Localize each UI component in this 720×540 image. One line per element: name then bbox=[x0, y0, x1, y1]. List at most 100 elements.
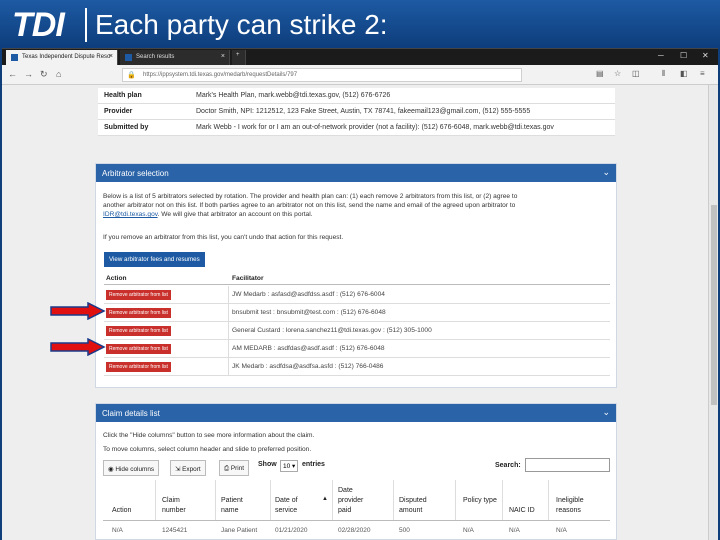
show-label: Show bbox=[258, 461, 277, 468]
address-field[interactable]: 🔒 https://ippsystem.tdi.texas.gov/medarb… bbox=[122, 68, 522, 82]
column-divider bbox=[228, 340, 229, 358]
print-button[interactable]: ⎙ Print bbox=[219, 460, 250, 476]
red-arrow-icon bbox=[50, 338, 106, 356]
facilitator-cell: JW Medarb : asfasd@asdfdss.asdf : (512) … bbox=[232, 291, 385, 298]
header-rule bbox=[103, 520, 610, 521]
panel-title: Arbitrator selection bbox=[102, 169, 169, 178]
tab-label: Search results bbox=[136, 54, 175, 60]
remove-arbitrator-button[interactable]: Remove arbitrator from list bbox=[106, 344, 171, 354]
column-divider bbox=[228, 304, 229, 322]
hide-columns-button[interactable]: ◉ Hide columns bbox=[103, 460, 160, 476]
pocket-icon[interactable]: ◫ bbox=[632, 69, 640, 78]
forward-icon[interactable]: → bbox=[24, 69, 33, 79]
menu-icon[interactable]: ≡ bbox=[700, 69, 705, 78]
col-policy-type[interactable]: Policy type bbox=[463, 496, 497, 506]
table-cell: Jane Patient bbox=[221, 527, 258, 534]
address-text: https://ippsystem.tdi.texas.gov/medarb/r… bbox=[143, 72, 298, 78]
view-fees-button[interactable]: View arbitrator fees and resumes bbox=[104, 252, 205, 267]
col-claim-number[interactable]: Claim number bbox=[162, 496, 202, 516]
arbitrator-table-header: Action Facilitator bbox=[104, 272, 610, 285]
reader-icon[interactable]: ▤ bbox=[596, 69, 604, 78]
library-icon[interactable]: ⫴ bbox=[662, 69, 665, 79]
home-icon[interactable]: ⌂ bbox=[56, 69, 61, 79]
tdi-logo: TDI bbox=[12, 6, 65, 44]
table-cell: N/A bbox=[509, 527, 520, 534]
remove-arbitrator-button[interactable]: Remove arbitrator from list bbox=[106, 326, 171, 336]
column-divider bbox=[393, 480, 394, 520]
col-naic-id[interactable]: NAIC ID bbox=[509, 506, 535, 516]
detail-key: Submitted by bbox=[104, 124, 149, 131]
facilitator-cell: bnsubmit test : bnsubmit@test.com : (512… bbox=[232, 309, 386, 316]
remove-arbitrator-button[interactable]: Remove arbitrator from list bbox=[106, 362, 171, 372]
column-divider bbox=[155, 480, 156, 520]
favicon-icon bbox=[125, 54, 132, 61]
col-disputed-amount[interactable]: Disputed amount bbox=[399, 496, 443, 516]
table-row: Remove arbitrator from list JW Medarb : … bbox=[104, 286, 610, 304]
scroll-thumb[interactable] bbox=[711, 205, 717, 405]
column-divider bbox=[502, 480, 503, 520]
table-cell: N/A bbox=[463, 527, 474, 534]
column-divider bbox=[228, 358, 229, 376]
table-cell: N/A bbox=[556, 527, 567, 534]
idr-email-link[interactable]: IDR@tdi.texas.gov bbox=[103, 211, 158, 218]
chevron-down-icon[interactable]: ⌄ bbox=[602, 167, 610, 178]
url-bar: ← → ↻ ⌂ 🔒 https://ippsystem.tdi.texas.go… bbox=[2, 65, 718, 85]
new-tab-button[interactable]: + bbox=[232, 50, 246, 65]
sidebar-icon[interactable]: ◧ bbox=[680, 69, 688, 78]
close-icon[interactable]: × bbox=[109, 53, 113, 60]
tab-search-results[interactable]: Search results × bbox=[120, 50, 230, 65]
detail-row: Health plan Mark's Health Plan, mark.web… bbox=[98, 88, 615, 104]
bookmark-icon[interactable]: ☆ bbox=[614, 69, 621, 78]
column-divider bbox=[548, 480, 549, 520]
arbitrator-panel-header[interactable]: Arbitrator selection ⌄ bbox=[96, 164, 616, 182]
column-divider bbox=[228, 322, 229, 340]
col-action: Action bbox=[106, 275, 127, 282]
col-ineligible-reasons[interactable]: Ineligible reasons bbox=[556, 496, 596, 516]
col-action[interactable]: Action bbox=[112, 506, 131, 516]
close-icon[interactable]: × bbox=[221, 53, 225, 60]
column-divider bbox=[332, 480, 333, 520]
window-close-icon[interactable]: ✕ bbox=[702, 51, 709, 60]
table-cell: 500 bbox=[399, 527, 410, 534]
page-scrollbar[interactable] bbox=[708, 85, 718, 540]
detail-value: Doctor Smith, NPI: 1212512, 123 Fake Str… bbox=[196, 108, 531, 115]
search-label: Search: bbox=[495, 462, 521, 469]
intro-line: Below is a list of 5 arbitrators selecte… bbox=[103, 193, 518, 200]
column-divider bbox=[228, 286, 229, 304]
table-row: Remove arbitrator from list JK Medarb : … bbox=[104, 358, 610, 376]
back-icon[interactable]: ← bbox=[8, 69, 17, 79]
column-divider bbox=[270, 480, 271, 520]
remove-arbitrator-button[interactable]: Remove arbitrator from list bbox=[106, 308, 171, 318]
search-input[interactable] bbox=[525, 458, 610, 472]
facilitator-cell: General Custard : lorena.sanchez11@tdi.t… bbox=[232, 327, 432, 334]
print-icon: ⎙ bbox=[224, 465, 231, 472]
panel-title: Claim details list bbox=[102, 409, 160, 418]
maximize-icon[interactable]: ☐ bbox=[680, 51, 687, 60]
sort-asc-icon[interactable]: ▲ bbox=[322, 494, 328, 504]
detail-key: Provider bbox=[104, 108, 133, 115]
tab-tdi[interactable]: Texas Independent Dispute Reso × bbox=[6, 50, 118, 65]
column-divider bbox=[455, 480, 456, 520]
detail-row: Submitted by Mark Webb - I work for or I… bbox=[98, 120, 615, 136]
chevron-down-icon[interactable]: ⌄ bbox=[602, 407, 610, 418]
col-date-of-service[interactable]: Date of service bbox=[275, 496, 317, 516]
entries-value: 10 bbox=[283, 463, 291, 470]
minimize-icon[interactable]: ─ bbox=[658, 51, 664, 60]
reload-icon[interactable]: ↻ bbox=[40, 69, 48, 80]
table-cell: 1245421 bbox=[162, 527, 188, 534]
claim-panel-header[interactable]: Claim details list ⌄ bbox=[96, 404, 616, 422]
col-date-provider-paid[interactable]: Date provider paid bbox=[338, 486, 378, 516]
favicon-icon bbox=[11, 54, 18, 61]
entries-select[interactable]: 10 ▾ bbox=[280, 460, 299, 472]
detail-value: Mark Webb - I work for or I am an out-of… bbox=[196, 124, 554, 131]
facilitator-cell: JK Medarb : asdfdsa@asdfsa.asfd : (512) … bbox=[232, 363, 384, 370]
remove-arbitrator-button[interactable]: Remove arbitrator from list bbox=[106, 290, 171, 300]
col-patient-name[interactable]: Patient name bbox=[221, 496, 261, 516]
export-button[interactable]: ⇲ Export bbox=[170, 460, 206, 476]
logo-divider bbox=[85, 8, 87, 42]
claim-hint: Click the "Hide columns" button to see m… bbox=[103, 432, 315, 439]
lock-icon: 🔒 bbox=[127, 72, 136, 79]
table-row: Remove arbitrator from list AM MEDARB : … bbox=[104, 340, 610, 358]
table-cell: N/A bbox=[112, 527, 123, 534]
facilitator-cell: AM MEDARB : asdfdas@asdf.asdf : (512) 67… bbox=[232, 345, 385, 352]
